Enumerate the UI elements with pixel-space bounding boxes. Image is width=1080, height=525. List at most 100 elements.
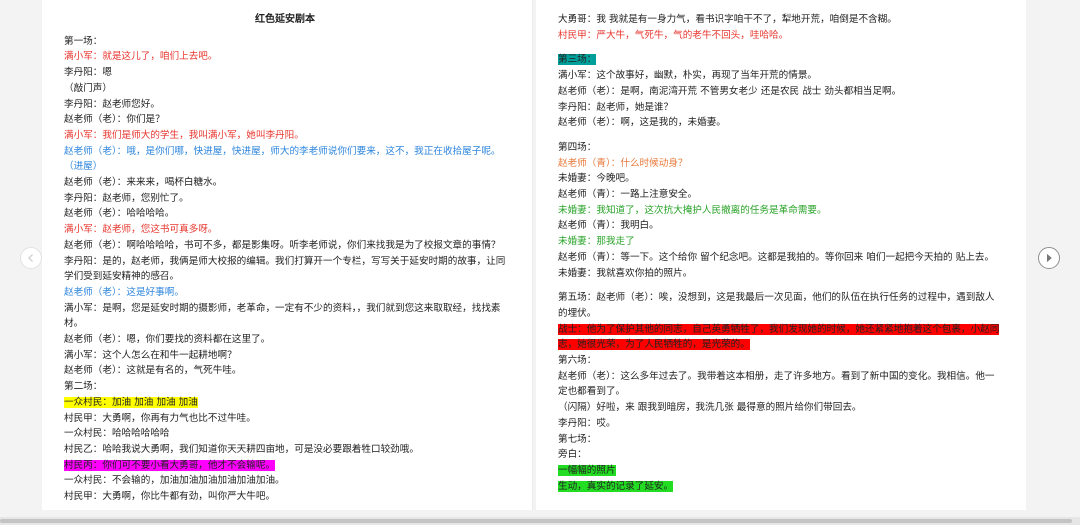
horizontal-scrollbar[interactable]	[0, 517, 1080, 525]
script-line: 满小军：就是这儿了，咱们上去吧。	[64, 49, 506, 65]
left-page-text: 第一场： 满小军：就是这儿了，咱们上去吧。 李丹阳：嗯 （敲门声） 李丹阳：赵老师您好。…	[64, 34, 506, 505]
script-line: 赵老师（老）：这是好事啊。	[64, 285, 506, 301]
script-line-text: 李丹阳：赵老师您好。	[64, 98, 160, 110]
script-line: 赵老师（老）：这就是有名的，气死牛哇。	[64, 363, 506, 379]
script-line-text: 村民乙：哈哈我说大勇啊，我们知道你天天耕四亩地，可是没必要跟着牲口较劲哦。	[64, 443, 419, 455]
script-line-text: 未婚妻：今晚吧。	[558, 173, 635, 185]
script-line: 村民丙：你们可不要小看大勇哥，他才不会输呢。	[64, 458, 506, 474]
script-line-text: 赵老师（青）：等一下。这个给你 留个纪念吧。这都是我拍的。等你回来 咱们一起把今…	[558, 251, 995, 263]
script-line-text: 未婚妻：我就喜欢你拍的照片。	[558, 267, 693, 279]
document-page-right: 大勇哥：我 我就是有一身力气，看书识字咱干不了，犁地开荒，咱倒是不含糊。 村民甲：…	[536, 0, 1026, 510]
script-line-text: 赵老师（青）：一路上注意安全。	[558, 189, 698, 201]
script-line-text: 一众村民：哈哈哈哈哈哈	[64, 428, 170, 440]
script-line-text: 赵老师（老）：来来来，喝杯白糖水。	[64, 177, 223, 189]
script-line-text: 李丹阳：赵老师，她是谁？	[558, 101, 674, 113]
script-line: 李丹阳：嗯	[64, 65, 506, 81]
script-line: 赵老师（老）：你们是？	[64, 112, 506, 128]
script-line-text: 一众村民：不会输的，加油加油加油加油加油加油。	[64, 475, 285, 487]
script-line: 赵老师（老）：是啊，南泥湾开荒 不管男女老少 还是农民 战士 劲头都相当足啊。	[558, 84, 1000, 100]
script-line-text: 村民丙：你们可不要小看大勇哥，他才不会输呢。	[64, 459, 276, 471]
script-line: 战士：他为了保护其他的同志，自己英勇牺牲了，我们发现她的时候，她还紧紧地抱着这个…	[558, 322, 1000, 353]
script-line: 第六场：	[558, 353, 1000, 369]
script-line-text: 赵老师（老）：这是好事啊。	[64, 286, 184, 298]
script-line: 满小军：这个故事好，幽默，朴实，再现了当年开荒的情景。	[558, 68, 1000, 84]
next-page-button[interactable]	[1038, 247, 1060, 269]
script-line: 满小军：我们是师大的学生，我叫满小军，她叫李丹阳。	[64, 128, 506, 144]
script-line: 村民甲：大勇啊，你比牛都有劲，叫你严大牛吧。	[64, 489, 506, 505]
prev-page-button[interactable]	[20, 247, 42, 269]
script-line-text: 满小军：是啊，您是延安时期的摄影师，老革命，一定有不少的资料，，我们就到您这来取…	[64, 302, 501, 330]
script-line-text: 李丹阳：哎。	[558, 417, 616, 429]
script-line-text: 李丹阳：嗯	[64, 67, 112, 79]
script-line: 赵老师（青）：什么时候动身？	[558, 156, 1000, 172]
script-line: 赵老师（老）：啊，这是我的，未婚妻。	[558, 115, 1000, 131]
script-line-text: 赵老师（青）：我明白。	[558, 220, 659, 232]
script-line: 赵老师（青）：我明白。	[558, 218, 1000, 234]
script-line: 第五场：赵老师（老）：唉，没想到，这是我最后一次见面，他们的队伍在执行任务的过程…	[558, 290, 1000, 321]
script-line-text: 生动，真实的记录了延安。	[558, 480, 674, 492]
script-line: 第七场：	[558, 432, 1000, 448]
script-line-text: 第一场：	[64, 35, 103, 47]
script-line-text: 李丹阳：是的，赵老师，我俩是师大校报的编辑。我们打算开一个专栏，写写关于延安时期…	[64, 255, 506, 283]
script-line: 生动，真实的记录了延安。	[558, 479, 1000, 495]
script-line-text: 村民甲：大勇啊，你再有力气也比不过牛哇。	[64, 412, 256, 424]
script-line: 未婚妻：那我走了	[558, 234, 1000, 250]
script-line-text: 未婚妻：我知道了，这次抗大掩护人民撤离的任务是革命需要。	[558, 204, 827, 216]
script-line-text: 一幅幅的照片	[558, 464, 616, 476]
script-line-text: 赵老师（老）：这就是有名的，气死牛哇。	[64, 365, 242, 377]
script-line: 一众村民：不会输的，加油加油加油加油加油加油。	[64, 473, 506, 489]
document-page-left: 红色延安剧本 第一场： 满小军：就是这儿了，咱们上去吧。 李丹阳：嗯 （敲门声） 李丹阳…	[42, 0, 532, 510]
script-line-text: 未婚妻：那我走了	[558, 236, 635, 248]
script-line-text: 满小军：这个人怎么在和牛一起耕地啊？	[64, 349, 237, 361]
script-line-text: 第六场：	[558, 355, 597, 367]
script-line-text: 满小军：就是这儿了，咱们上去吧。	[64, 51, 218, 63]
script-line: 村民甲：严大牛，气死牛，气的老牛不回头，哇哈哈。	[558, 28, 1000, 44]
script-line: （敲门声）	[64, 81, 506, 97]
script-line: 一众村民：加油 加油 加油 加油	[64, 395, 506, 411]
script-line-text: 旁白：	[558, 449, 587, 461]
script-line: 未婚妻：我就喜欢你拍的照片。	[558, 266, 1000, 282]
script-line-text: 赵老师（老）：哈哈哈哈。	[64, 208, 175, 220]
script-line: 村民甲：大勇啊，你再有力气也比不过牛哇。	[64, 411, 506, 427]
script-line: 赵老师（青）：等一下。这个给你 留个纪念吧。这都是我拍的。等你回来 咱们一起把今…	[558, 250, 1000, 266]
script-line: 赵老师（老）：嗯，你们要找的资料都在这里了。	[64, 332, 506, 348]
script-line-text: （闪隔）好啦，来 跟我到暗房，我洗几张 最得意的照片给你们带回去。	[558, 402, 862, 414]
right-page-text: 大勇哥：我 我就是有一身力气，看书识字咱干不了，犁地开荒，咱倒是不含糊。 村民甲：…	[558, 12, 1000, 494]
script-line-text: 赵老师（老）：嗯，你们要找的资料都在这里了。	[64, 334, 271, 346]
document-title: 红色延安剧本	[255, 14, 315, 25]
script-line: 李丹阳：赵老师，她是谁？	[558, 100, 1000, 116]
script-line: 赵老师（老）：来来来，喝杯白糖水。	[64, 175, 506, 191]
page-divider	[532, 0, 533, 510]
script-line: 赵老师（老）：这么多年过去了。我带着这本相册，走了许多地方。看到了新中国的变化。…	[558, 369, 1000, 400]
script-line: 第三场：	[558, 52, 1000, 68]
script-line: 一众村民：哈哈哈哈哈哈	[64, 426, 506, 442]
script-line-text: 第二场：	[64, 381, 103, 393]
script-line-text: 满小军：我们是师大的学生，我叫满小军，她叫李丹阳。	[64, 129, 304, 141]
script-line: 第四场：	[558, 140, 1000, 156]
script-line-text: 一众村民：加油 加油 加油 加油	[64, 396, 198, 408]
script-line: 赵老师（老）：哦，是你们哪，快进屋，快进屋，师大的李老师说你们要来，这不，我正在…	[64, 144, 506, 175]
script-line-text: 赵老师（老）：啊，这是我的，未婚妻。	[558, 117, 726, 129]
script-line-text: 李丹阳：赵老师，您别忙了。	[64, 192, 189, 204]
script-line-text: 赵老师（老）：啊哈哈哈哈，书可不多，都是影集呀。听李老师说，你们来找我是为了校报…	[64, 239, 501, 251]
script-line: 未婚妻：我知道了，这次抗大掩护人民撤离的任务是革命需要。	[558, 203, 1000, 219]
script-line: 第一场：	[64, 34, 506, 50]
script-line-text: （敲门声）	[64, 82, 112, 94]
scrollbar-thumb[interactable]	[0, 519, 1072, 523]
script-line-text: 满小军：这个故事好，幽默，朴实，再现了当年开荒的情景。	[558, 70, 818, 82]
script-line: 李丹阳：赵老师您好。	[64, 97, 506, 113]
script-line-text: 第三场：	[558, 54, 597, 66]
script-line: 满小军：是啊，您是延安时期的摄影师，老革命，一定有不少的资料，，我们就到您这来取…	[64, 301, 506, 332]
script-line-text: 村民甲：大勇啊，你比牛都有劲，叫你严大牛吧。	[64, 491, 276, 503]
script-line: 村民乙：哈哈我说大勇啊，我们知道你天天耕四亩地，可是没必要跟着牲口较劲哦。	[64, 442, 506, 458]
script-line: 满小军：这个人怎么在和牛一起耕地啊？	[64, 348, 506, 364]
script-line: 第二场：	[64, 379, 506, 395]
script-line: 李丹阳：是的，赵老师，我俩是师大校报的编辑。我们打算开一个专栏，写写关于延安时期…	[64, 254, 506, 285]
script-line-text: 赵老师（老）：是啊，南泥湾开荒 不管男女老少 还是农民 战士 劲头都相当足啊。	[558, 85, 902, 97]
script-line-text: 村民甲：严大牛，气死牛，气的老牛不回头，哇哈哈。	[558, 29, 789, 41]
script-line-text: 第七场：	[558, 433, 597, 445]
script-line-text: 赵老师（老）：哦，是你们哪，快进屋，快进屋，师大的李老师说你们要来，这不，我正在…	[64, 145, 501, 173]
